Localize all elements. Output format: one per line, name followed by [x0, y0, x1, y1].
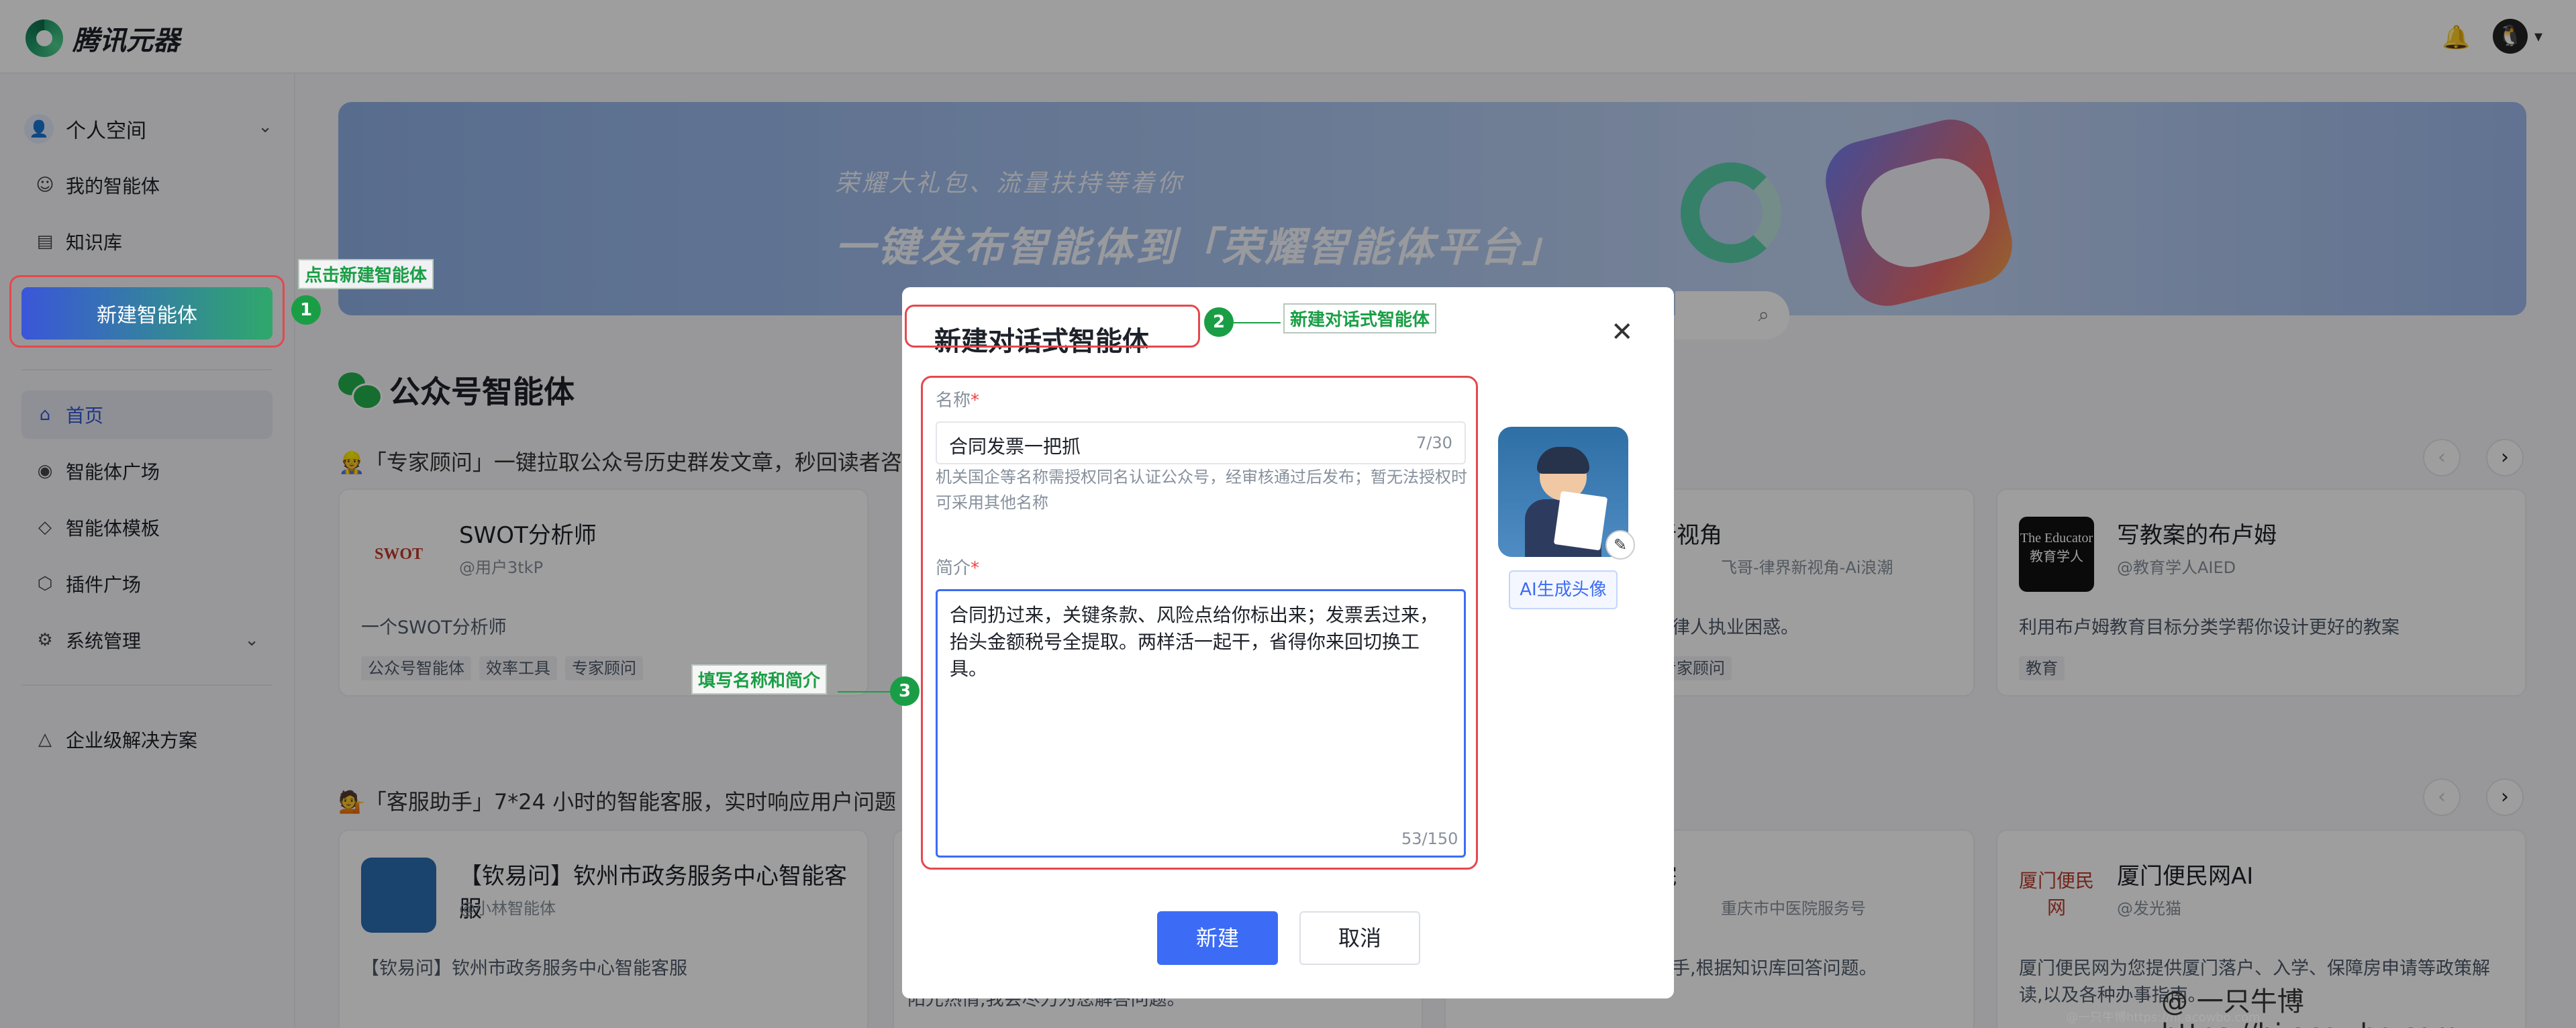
annotation-note: 点击新建智能体 [298, 259, 434, 289]
avatar-hair [1537, 447, 1589, 474]
close-icon[interactable]: ✕ [1611, 317, 1634, 348]
new-agent-dialog: 新建对话式智能体 ✕ 名称* 合同发票一把抓 7/30 机关国企等名称需授权同名… [691, 287, 1674, 998]
document-icon [1553, 491, 1608, 551]
watermark: @ 一只牛博 https://hi.acowbo.com [2161, 986, 2459, 1028]
annotation-badge: 1 [291, 295, 321, 325]
annotation-badge: 2 [1204, 307, 1234, 337]
highlight-box [905, 305, 1200, 348]
annotation-leader [1234, 322, 1281, 323]
create-button[interactable]: 新建 [1157, 911, 1278, 965]
annotation-leader [838, 691, 890, 692]
pencil-icon[interactable]: ✎ [1605, 530, 1635, 560]
highlight-box [9, 275, 285, 348]
ai-generate-avatar-button[interactable]: AI生成头像 [1509, 570, 1618, 609]
annotation-note: 新建对话式智能体 [1283, 303, 1437, 333]
annotation-note: 填写名称和简介 [691, 664, 828, 695]
highlight-box [921, 376, 1478, 870]
annotation-badge: 3 [890, 676, 920, 706]
cancel-button[interactable]: 取消 [1299, 911, 1420, 965]
